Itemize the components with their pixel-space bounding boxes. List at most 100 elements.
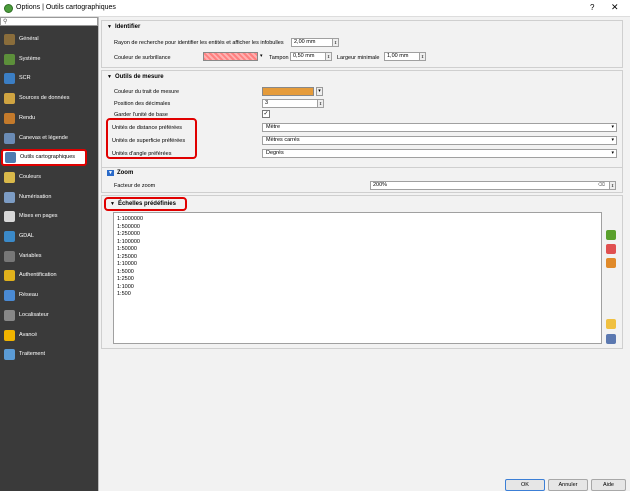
search-icon <box>4 309 15 321</box>
sidebar-item[interactable]: Variables <box>0 248 98 265</box>
highlight-color-button[interactable] <box>203 52 258 61</box>
scale-list-item[interactable]: 1:2500 <box>117 276 134 282</box>
search-input[interactable]: ⚲ <box>0 17 98 26</box>
area-units-combo[interactable]: Mètres carrés ▾ <box>262 136 617 145</box>
scale-list-item[interactable]: 1:25000 <box>117 254 137 260</box>
search-icon: ⚲ <box>3 19 8 25</box>
search-radius-value: 2,00 mm <box>294 39 316 45</box>
min-width-label: Largeur minimale <box>337 55 380 61</box>
scale-list-item[interactable]: 1:1000000 <box>117 216 143 222</box>
sidebar-item[interactable]: Général <box>0 31 98 48</box>
sidebar-item[interactable]: Authentification <box>0 267 98 284</box>
spin-arrows-icon[interactable]: ⇕ <box>325 53 331 60</box>
measure-tool-group: ▼ Outils de mesure Couleur du trait de me… <box>101 70 623 174</box>
cancel-button[interactable]: Annuler <box>548 479 588 491</box>
sidebar-item[interactable]: Mises en pages <box>0 208 98 225</box>
sidebar-item[interactable]: SCR <box>0 70 98 87</box>
scale-list-item[interactable]: 1:10000 <box>117 261 137 267</box>
window-title: Options | Outils cartographiques <box>16 4 116 11</box>
scale-list-item[interactable]: 1:500 <box>117 291 131 297</box>
add-scale-icon[interactable] <box>606 230 616 240</box>
sidebar-item-label: Canevas et légende <box>19 134 68 141</box>
scale-list-item[interactable]: 1:50000 <box>117 246 137 252</box>
layout-icon <box>4 211 15 223</box>
spin-arrows-icon[interactable]: ⇕ <box>609 182 615 189</box>
identifier-group: ▼ Identifier Rayon de recherche pour iden… <box>101 20 623 68</box>
scale-list-item[interactable]: 1:1000 <box>117 284 134 290</box>
zoom-group-toggle[interactable]: ▼ Zoom <box>107 170 133 176</box>
scale-list-item[interactable]: 1:250000 <box>117 231 140 237</box>
sidebar-item-label: Réseau <box>19 292 38 299</box>
angle-units-combo[interactable]: Degrés ▾ <box>262 149 617 158</box>
zoom-factor-label: Facteur de zoom <box>114 183 156 189</box>
sidebar-item[interactable]: GDAL <box>0 228 98 245</box>
angle-units-label: Unités d'angle préférées <box>112 151 172 157</box>
buffer-value: 0,50 mm <box>293 53 315 59</box>
help-button[interactable]: Aide <box>591 479 626 491</box>
measure-group-toggle[interactable]: ▼ Outils de mesure <box>107 74 164 80</box>
qgis-logo-icon <box>4 4 13 13</box>
sidebar-item[interactable]: Numérisation <box>0 189 98 206</box>
sidebar-item[interactable]: Traitement <box>0 346 98 363</box>
sidebar-item-label: Rendu <box>19 114 36 121</box>
scales-group-toggle[interactable]: ▼ Échelles prédéfinies <box>110 201 176 207</box>
sidebar-item[interactable]: Canevas et légende <box>0 130 98 147</box>
spin-arrows-icon[interactable]: ⇕ <box>332 39 338 46</box>
sidebar-item[interactable]: Sources de données <box>0 90 98 107</box>
chevron-down-icon: ▾ <box>611 124 614 130</box>
help-icon[interactable]: ? <box>590 3 594 12</box>
chevron-down-icon: ▾ <box>611 150 614 156</box>
title-bar: Options | Outils cartographiques ? ✕ <box>0 0 630 17</box>
decimal-places-spinbox[interactable]: 3 ⇕ <box>262 99 324 108</box>
sidebar-item[interactable]: Système <box>0 51 98 68</box>
collapse-triangle-icon: ▼ <box>110 201 115 207</box>
options-panel: ▼ Identifier Rayon de recherche pour iden… <box>98 17 630 491</box>
sidebar: ⚲ Général Système SCR Sources de données Ren… <box>0 17 98 491</box>
scales-list[interactable]: 1:1000000 1:500000 1:250000 1:100000 1:50000… <box>113 212 602 344</box>
sidebar-item[interactable]: Réseau <box>0 287 98 304</box>
sidebar-item-label: Outils cartographiques <box>20 154 76 161</box>
restore-defaults-icon[interactable] <box>606 258 616 268</box>
sidebar-item[interactable]: Rendu <box>0 110 98 127</box>
sidebar-item-label: Traitement <box>19 351 46 358</box>
chevron-down-icon: ▾ <box>611 137 614 143</box>
clear-icon[interactable]: ⌫ <box>598 182 605 189</box>
ok-button[interactable]: OK <box>505 479 545 491</box>
sidebar-item[interactable]: Outils cartographiques <box>1 149 87 167</box>
sidebar-item-label: Numérisation <box>19 193 52 200</box>
buffer-label: Tampon <box>269 55 289 61</box>
scale-list-item[interactable]: 1:5000 <box>117 269 134 275</box>
spin-arrows-icon[interactable]: ⇕ <box>419 53 425 60</box>
area-units-value: Mètres carrés <box>266 137 300 143</box>
save-icon[interactable] <box>606 334 616 344</box>
zoom-factor-value: 200% <box>373 182 388 188</box>
zoom-title: Zoom <box>116 170 134 176</box>
highlight-color-label: Couleur de surbrillance <box>114 55 171 61</box>
distance-units-label: Unités de distance préférées <box>112 125 183 131</box>
zoom-group: ▼ Zoom Facteur de zoom 200% ⌫ ⇕ <box>101 167 623 193</box>
scale-list-item[interactable]: 1:100000 <box>117 239 140 245</box>
min-width-spinbox[interactable]: 1,00 mm ⇕ <box>384 52 426 61</box>
identifier-group-toggle[interactable]: ▼ Identifier <box>107 24 140 30</box>
buffer-spinbox[interactable]: 0,50 mm ⇕ <box>290 52 332 61</box>
sidebar-item-label: Sources de données <box>19 95 70 102</box>
sidebar-item-label: SCR <box>19 75 31 82</box>
zoom-factor-spinbox[interactable]: 200% ⌫ ⇕ <box>370 181 616 190</box>
scale-list-item[interactable]: 1:500000 <box>117 224 140 230</box>
keep-base-unit-checkbox[interactable]: ✓ <box>262 110 270 118</box>
collapse-triangle-icon: ▼ <box>107 170 114 176</box>
color-dropdown-icon[interactable]: ▾ <box>316 87 323 96</box>
rubberband-color-label: Couleur du trait de mesure <box>114 89 180 95</box>
import-folder-icon[interactable] <box>606 319 616 329</box>
search-radius-spinbox[interactable]: 2,00 mm ⇕ <box>291 38 339 47</box>
color-dropdown-icon[interactable]: ▾ <box>260 53 263 59</box>
remove-scale-icon[interactable] <box>606 244 616 254</box>
distance-units-combo[interactable]: Mètre ▾ <box>262 123 617 132</box>
sidebar-item[interactable]: Localisateur <box>0 307 98 324</box>
decimal-places-label: Position des décimales <box>114 101 171 107</box>
spin-arrows-icon[interactable]: ⇕ <box>317 100 323 107</box>
sidebar-item[interactable]: Couleurs <box>0 169 98 186</box>
sidebar-item[interactable]: Avancé <box>0 327 98 344</box>
rubberband-color-button[interactable] <box>262 87 314 96</box>
close-icon[interactable]: ✕ <box>611 2 619 13</box>
